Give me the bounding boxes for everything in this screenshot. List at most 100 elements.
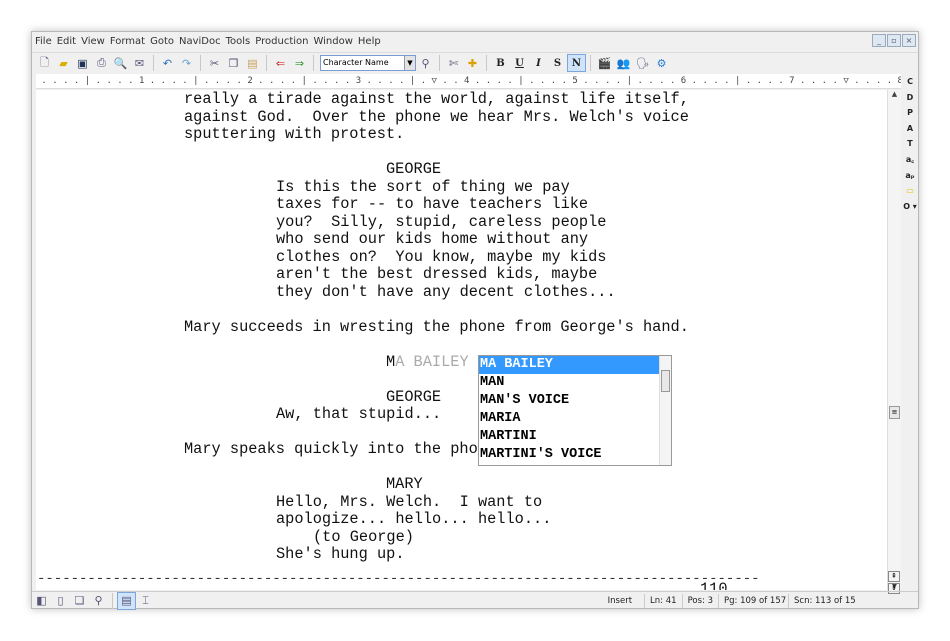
sidebar-element-button[interactable]: P — [907, 105, 913, 121]
script-line-character[interactable]: MARY — [386, 475, 423, 494]
sidebar-element-button[interactable]: T — [907, 136, 912, 152]
scene-numbers-icon[interactable]: 🎬 — [595, 54, 614, 72]
menu-goto[interactable]: Goto — [150, 36, 174, 47]
script-line-dialogue[interactable]: She's hung up. — [276, 545, 405, 564]
new-file-icon[interactable]: 🗋 — [35, 54, 54, 72]
element-type-select[interactable]: Character Name ▼ — [320, 55, 416, 71]
normal-view-icon[interactable]: ⌶ — [136, 592, 155, 610]
line-text: who send our kids home without any — [276, 230, 589, 248]
previous-element-icon[interactable]: ⇐ — [271, 54, 290, 72]
zoom-icon[interactable]: ⚲ — [89, 592, 108, 610]
script-line-dialogue[interactable]: taxes for -- to have teachers like — [276, 195, 588, 214]
copy-icon[interactable]: ❐ — [224, 54, 243, 72]
scrollbar-thumb[interactable]: ≡ — [889, 406, 900, 419]
line-text: aren't the best dressed kids, maybe — [276, 265, 598, 283]
print-icon[interactable]: ⎙ — [92, 54, 111, 72]
script-line-dialogue[interactable]: they don't have any decent clothes... — [276, 283, 616, 302]
italic-button[interactable]: I — [529, 54, 548, 72]
restore-button[interactable]: ▫ — [887, 34, 901, 47]
next-element-icon[interactable]: ⇒ — [290, 54, 309, 72]
redo-icon[interactable]: ↷ — [177, 54, 196, 72]
status-mode[interactable]: Insert — [603, 594, 644, 608]
menu-file[interactable]: File — [35, 36, 52, 47]
underline-button[interactable]: U — [510, 54, 529, 72]
sidebar-element-button[interactable]: C — [907, 74, 913, 90]
characters-icon[interactable]: 👥 — [614, 54, 633, 72]
sidebar-element-button[interactable]: D — [907, 90, 914, 106]
script-line-action[interactable]: against God. Over the phone we hear Mrs.… — [184, 108, 689, 127]
sidebar-element-button[interactable]: a꜀ — [906, 152, 914, 168]
print-preview-icon[interactable]: 🔍 — [111, 54, 130, 72]
pages-icon[interactable]: ❏ — [70, 592, 89, 610]
script-line-dialogue[interactable]: Is this the sort of thing we pay — [276, 178, 570, 197]
script-page[interactable]: ----------------------------------------… — [36, 90, 887, 590]
status-line: Ln: 41 — [644, 593, 682, 608]
script-line-dialogue[interactable]: Hello, Mrs. Welch. I want to — [276, 493, 542, 512]
ruler[interactable]: . . . . | . . . . 1 . . . . | . . . . 2 … — [36, 74, 901, 89]
vertical-scrollbar[interactable]: ▲ ≡ ▼ — [887, 90, 901, 590]
insert-scene-icon[interactable]: ✚ — [463, 54, 482, 72]
scroll-up-icon[interactable]: ▲ — [888, 90, 901, 98]
script-line-character[interactable]: GEORGE — [386, 388, 441, 407]
script-line-dialogue[interactable]: clothes on? You know, maybe my kids — [276, 248, 606, 267]
line-text: She's hung up. — [276, 545, 405, 563]
menu-format[interactable]: Format — [110, 36, 145, 47]
paste-icon[interactable]: ▤ — [243, 54, 262, 72]
menu-view[interactable]: View — [81, 36, 105, 47]
sidebar-element-button[interactable]: ▭ — [906, 183, 914, 199]
voice-icon[interactable]: 🗣 — [633, 54, 652, 72]
autocomplete-item[interactable]: MARTINI — [479, 428, 659, 446]
script-line-dialogue[interactable]: Aw, that stupid... — [276, 405, 441, 424]
strikethrough-button[interactable]: S — [548, 54, 567, 72]
sidebar-element-button[interactable]: A — [907, 121, 913, 137]
script-line-character[interactable]: GEORGE — [386, 160, 441, 179]
page-view-icon[interactable]: ▤ — [117, 591, 136, 610]
menu-window[interactable]: Window — [313, 36, 352, 47]
autocomplete-item[interactable]: MARTINI'S VOICE — [479, 446, 659, 464]
close-button[interactable]: × — [902, 34, 916, 47]
script-line-action[interactable]: sputtering with protest. — [184, 125, 404, 144]
script-line-action[interactable]: Mary speaks quickly into the phone. — [184, 440, 505, 459]
element-type-value: Character Name — [323, 58, 389, 67]
script-line-action[interactable]: really a tirade against the world, again… — [184, 90, 689, 109]
element-settings-icon[interactable]: ⚲ — [416, 54, 435, 72]
script-line-dialogue[interactable]: apologize... hello... hello... — [276, 510, 551, 529]
sidebar-element-button[interactable]: O ▾ — [903, 199, 917, 215]
autocomplete-item[interactable]: MARIA — [479, 410, 659, 428]
menu-edit[interactable]: Edit — [57, 36, 76, 47]
menu-tools[interactable]: Tools — [226, 36, 251, 47]
script-line-character[interactable]: MA BAILEY — [386, 353, 469, 372]
index-cards-icon[interactable]: ▯ — [51, 592, 70, 610]
autocomplete-item[interactable]: MA BAILEY — [479, 356, 659, 374]
autocomplete-item[interactable]: MAN — [479, 374, 659, 392]
cut-icon[interactable]: ✂ — [205, 54, 224, 72]
status-pos: Pos: 3 — [681, 593, 718, 608]
menu-help[interactable]: Help — [358, 36, 381, 47]
script-line-action[interactable]: Mary succeeds in wresting the phone from… — [184, 318, 689, 337]
minimize-button[interactable]: _ — [872, 34, 886, 47]
menu-bar: File Edit View Format Goto NaviDoc Tools Produc… — [32, 32, 918, 51]
chevron-down-icon[interactable]: ▼ — [404, 56, 415, 70]
sidebar-element-button[interactable]: aₚ — [905, 168, 914, 184]
status-scene: Scn: 113 of 15 — [788, 593, 858, 608]
normal-button[interactable]: N — [567, 54, 586, 72]
menu-navidoc[interactable]: NaviDoc — [179, 36, 221, 47]
script-line-dialogue[interactable]: aren't the best dressed kids, maybe — [276, 265, 598, 284]
settings-gear-icon[interactable]: ⚙ — [652, 54, 671, 72]
navigator-icon[interactable]: ◧ — [32, 592, 51, 610]
save-icon[interactable]: ▣ — [73, 54, 92, 72]
bold-button[interactable]: B — [491, 54, 510, 72]
page-number: 110 — [700, 580, 728, 590]
delete-scene-icon[interactable]: ✄ — [444, 54, 463, 72]
script-line-paren[interactable]: (to George) — [313, 528, 414, 547]
popup-scrollbar[interactable] — [659, 356, 671, 465]
menu-production[interactable]: Production — [255, 36, 308, 47]
script-line-dialogue[interactable]: you? Silly, stupid, careless people — [276, 213, 606, 232]
separator — [153, 55, 154, 71]
script-line-dialogue[interactable]: who send our kids home without any — [276, 230, 589, 249]
open-folder-icon[interactable]: ▰ — [54, 54, 73, 72]
previous-page-icon[interactable]: ⇞ — [888, 571, 900, 582]
undo-icon[interactable]: ↶ — [158, 54, 177, 72]
autocomplete-item[interactable]: MAN'S VOICE — [479, 392, 659, 410]
email-icon[interactable]: ✉ — [130, 54, 149, 72]
